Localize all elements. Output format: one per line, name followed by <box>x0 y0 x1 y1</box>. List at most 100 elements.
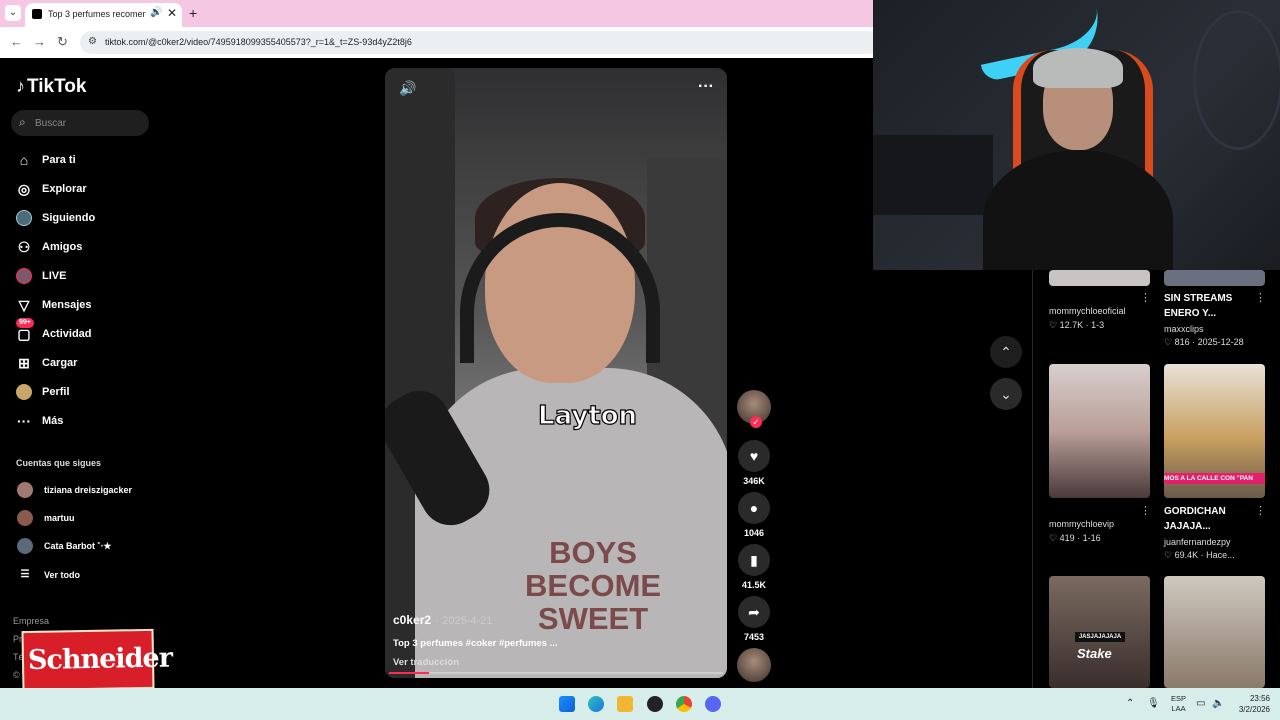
video-thumbnail[interactable]: MOS A LA CALLE CON "PAN <box>1164 364 1265 498</box>
profile-avatar-icon <box>16 384 32 400</box>
follow-plus-icon[interactable]: ✓ <box>750 416 762 428</box>
folder-icon[interactable] <box>617 696 633 712</box>
account-name: Cata Barbot ˚‧★ <box>44 541 112 551</box>
comment-button[interactable]: ● <box>738 492 770 524</box>
perfume-shelf <box>873 135 993 215</box>
creator-avatar[interactable]: ✓ <box>737 390 771 428</box>
menu-item-cargar[interactable]: ⊞ Cargar <box>16 353 156 375</box>
tiktok-logo[interactable]: ♪ TikTok <box>16 76 86 98</box>
more-options-icon[interactable]: ⋮ <box>1140 291 1151 304</box>
volume-icon[interactable]: 🔈 <box>1212 698 1224 709</box>
browser-tab[interactable]: Top 3 perfumes recomenda 🔊 ✕ <box>25 3 182 27</box>
chevron-up-icon: ⌃ <box>1000 344 1012 360</box>
tab-close-button[interactable]: ✕ <box>167 6 177 20</box>
video-player[interactable]: BOYS BECOME SWEET 🔊 ··· Layton c0ker2 · … <box>385 68 727 678</box>
back-icon[interactable]: ← <box>10 34 23 49</box>
menu-item-amigos[interactable]: ⚇ Amigos <box>16 237 156 259</box>
network-icon[interactable]: ▭ <box>1196 698 1205 709</box>
thumb-title[interactable]: GORDICHAN JAJAJA... <box>1164 504 1254 534</box>
app-icon[interactable] <box>647 696 663 712</box>
thumb-user[interactable]: maxxclips <box>1164 324 1204 334</box>
video-thumbnail[interactable] <box>1164 270 1265 286</box>
menu-item-perfil[interactable]: Perfil <box>16 382 156 404</box>
video-description[interactable]: Top 3 perfumes #coker #perfumes ... <box>393 638 713 649</box>
video-progress-bar[interactable] <box>389 672 723 674</box>
menu-item-explorar[interactable]: ◎ Explorar <box>16 179 156 201</box>
compass-icon: ◎ <box>17 181 31 197</box>
microphone-icon[interactable]: 🎙 <box>1147 698 1160 709</box>
avatar <box>17 482 33 498</box>
following-account[interactable]: tiziana dreiszigacker <box>17 481 167 499</box>
thumb-meta: 1-3 <box>1091 320 1105 330</box>
thumb-user[interactable]: juanfernandezpy <box>1164 537 1231 547</box>
wall-emblem <box>1193 10 1280 150</box>
language-indicator[interactable]: ESP LAA <box>1171 694 1186 714</box>
avatar <box>17 538 33 554</box>
thumb-banner: MOS A LA CALLE CON "PAN <box>1164 473 1265 484</box>
more-options-icon[interactable]: ⋮ <box>1255 291 1266 304</box>
next-video-button[interactable]: ⌄ <box>990 378 1022 410</box>
following-account[interactable]: Cata Barbot ˚‧★ <box>17 537 167 555</box>
tray-overflow-icon[interactable]: ⌃ <box>1126 698 1134 709</box>
speaker-icon[interactable]: 🔊 <box>150 7 162 18</box>
forward-icon[interactable]: → <box>33 34 46 49</box>
url-field[interactable]: ⚙ tiktok.com/@c0ker2/video/7495918099355… <box>80 31 880 54</box>
like-button[interactable]: ♥ <box>738 440 770 472</box>
edge-icon[interactable] <box>588 696 604 712</box>
chrome-icon[interactable] <box>676 696 692 712</box>
menu-label: Perfil <box>42 386 70 398</box>
video-info: c0ker2 · 2025-4-21 Top 3 perfumes #coker… <box>393 611 713 668</box>
search-box[interactable]: ⌕ <box>11 110 149 136</box>
thumb-stats: ♡ 69.4K · Hace... <box>1164 550 1235 560</box>
thumb-user[interactable]: mommychloevip <box>1049 519 1114 529</box>
share-button[interactable]: ➦ <box>738 596 770 628</box>
volume-icon[interactable]: 🔊 <box>399 80 416 97</box>
menu-label: LIVE <box>42 270 67 282</box>
menu-label: Para ti <box>42 154 76 166</box>
video-thumbnail[interactable] <box>1164 576 1265 688</box>
video-thumbnail[interactable]: JASJAJAJAJA Stake <box>1049 576 1150 688</box>
windows-taskbar: ⌃ 🎙 ESP LAA ▭ 🔈 23:56 3/2/2026 <box>0 688 1280 720</box>
comment-count: 1046 <box>743 528 765 538</box>
more-options-icon[interactable]: ⋮ <box>1140 504 1151 517</box>
following-account[interactable]: martuu <box>17 509 167 527</box>
language-code: ESP <box>1171 694 1187 703</box>
schneider-logo: Schneider <box>21 628 172 692</box>
more-options-icon[interactable]: ··· <box>698 78 714 96</box>
panel-divider <box>1032 270 1033 688</box>
tab-search-button[interactable]: ⌄ <box>5 5 21 21</box>
more-options-icon[interactable]: ⋮ <box>1255 504 1266 517</box>
address-bar-row: ← → ↻ ⚙ tiktok.com/@c0ker2/video/7495918… <box>0 27 880 58</box>
see-all-link[interactable]: ☰ Ver todo <box>17 566 167 584</box>
streamer-hair <box>1033 48 1123 88</box>
menu-label: Amigos <box>42 241 83 253</box>
menu-item-actividad[interactable]: ▢ 99+ Actividad <box>16 318 156 346</box>
thumb-stats: ♡ 816 · 2025-12-28 <box>1164 337 1244 347</box>
video-author[interactable]: c0ker2 <box>393 613 431 627</box>
discord-icon[interactable] <box>705 696 721 712</box>
account-name: martuu <box>44 513 75 523</box>
menu-item-live[interactable]: LIVE <box>16 266 156 288</box>
video-thumbnail[interactable] <box>1049 364 1150 498</box>
new-tab-button[interactable]: + <box>189 5 197 21</box>
reload-icon[interactable]: ↻ <box>57 34 68 50</box>
upload-icon: ⊞ <box>18 355 30 371</box>
clock-time: 23:56 <box>1249 694 1270 703</box>
video-thumbnail[interactable] <box>1049 270 1150 286</box>
footer-link[interactable]: Empresa <box>13 612 53 630</box>
menu-item-mas[interactable]: ··· Más <box>16 411 156 433</box>
thumb-user[interactable]: mommychloeoficial <box>1049 306 1126 316</box>
search-input[interactable] <box>35 114 143 132</box>
clock[interactable]: 23:56 3/2/2026 <box>1232 693 1270 715</box>
menu-item-siguiendo[interactable]: Siguiendo <box>16 208 156 230</box>
translate-link[interactable]: Ver traducción <box>393 657 713 668</box>
sound-disc[interactable] <box>737 648 771 682</box>
start-icon[interactable] <box>559 696 575 712</box>
menu-item-mensajes[interactable]: ▽ Mensajes <box>16 295 156 317</box>
thumb-title[interactable]: SIN STREAMS ENERO Y... <box>1164 291 1254 321</box>
previous-video-button[interactable]: ⌃ <box>990 336 1022 368</box>
video-progress-fill <box>389 672 430 674</box>
menu-item-para-ti[interactable]: ⌂ Para ti <box>16 150 156 172</box>
save-button[interactable]: ▮ <box>738 544 770 576</box>
site-info-icon[interactable]: ⚙ <box>88 36 97 47</box>
